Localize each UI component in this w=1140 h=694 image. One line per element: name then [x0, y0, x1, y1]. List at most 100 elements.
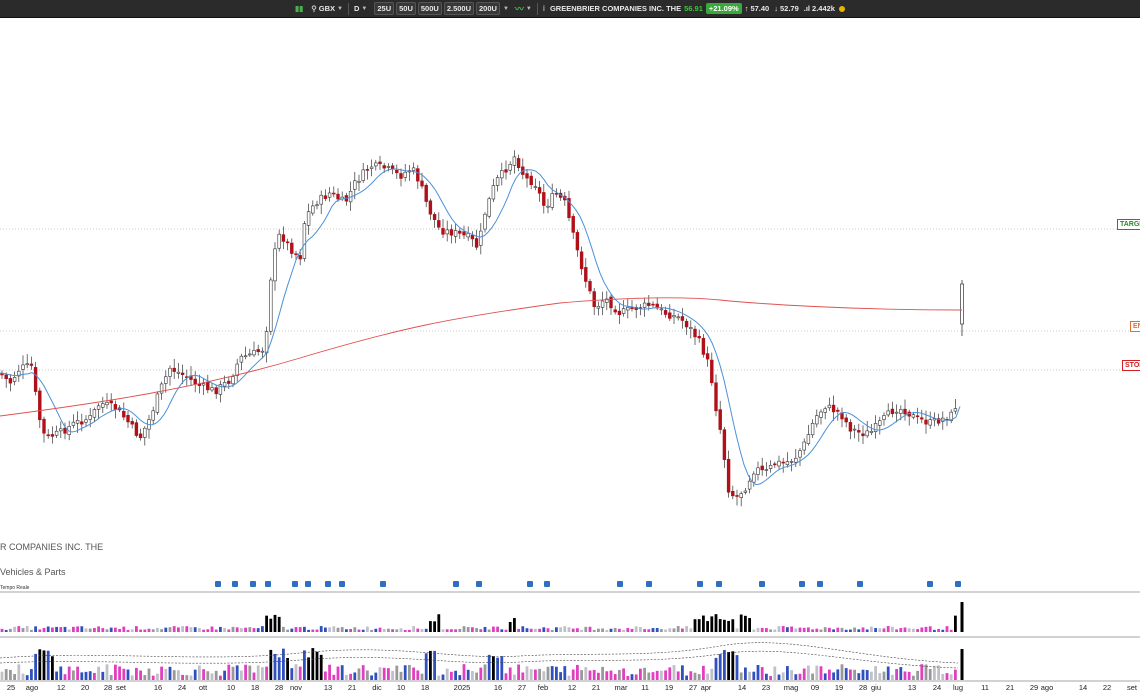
volume-bar — [702, 665, 705, 680]
volume-bar — [126, 669, 130, 680]
candle-body — [915, 415, 920, 418]
stop-label[interactable]: STOP — [1122, 360, 1140, 371]
volume-bar — [17, 664, 21, 680]
volume-bar — [681, 628, 684, 632]
volume-bar — [454, 670, 457, 680]
volume-bar — [177, 670, 180, 680]
volume-bar — [357, 668, 361, 680]
candle-body — [588, 281, 592, 292]
volume-bar — [752, 629, 756, 632]
volume-bar — [181, 626, 184, 632]
volume-bar — [605, 671, 609, 680]
ma-button-50[interactable]: 50U — [396, 2, 416, 15]
volume-bar — [307, 629, 310, 632]
volume-bar — [899, 667, 903, 680]
volume-bar — [219, 626, 222, 632]
candle-body — [861, 433, 865, 437]
candle-body — [924, 419, 928, 425]
candle-body — [243, 355, 248, 358]
volume-bar — [647, 629, 651, 632]
price-chart[interactable] — [0, 18, 1140, 694]
ma-button-200[interactable]: 200U — [476, 2, 500, 15]
volume-bar — [84, 671, 88, 680]
volume-bar — [391, 629, 394, 632]
volume-bar — [735, 655, 739, 680]
volume-bar — [403, 665, 407, 680]
volume-bar — [714, 614, 718, 632]
volume-bar — [332, 626, 336, 632]
x-tick-label: 14 — [737, 683, 747, 692]
candle-body — [386, 166, 391, 168]
candle-body — [504, 169, 508, 173]
candle-body — [176, 371, 181, 374]
volume-bar — [525, 628, 529, 632]
event-marker-icon — [250, 581, 256, 587]
volume-bar — [483, 626, 487, 632]
volume-bar — [466, 627, 470, 632]
volume-bar — [30, 629, 33, 632]
ma-button-25[interactable]: 25U — [374, 2, 395, 15]
volume-bar — [676, 671, 680, 680]
period-label: D — [353, 4, 360, 13]
volume-bar — [538, 668, 541, 680]
x-tick-label: 13 — [907, 683, 917, 692]
candle-body — [550, 193, 554, 208]
candle-body — [731, 490, 735, 497]
period-selector[interactable]: D ▼ — [351, 0, 370, 18]
chart-area[interactable]: TARGET EN STOP R COMPANIES INC. THE Vehi… — [0, 18, 1140, 694]
candle-body — [508, 164, 512, 171]
volume-bar — [198, 628, 201, 632]
volume-bar — [248, 665, 252, 680]
target-label[interactable]: TARGET — [1117, 219, 1140, 230]
volume-bar — [878, 628, 882, 632]
candle-body — [726, 458, 731, 493]
volume-bar — [105, 664, 109, 680]
candle-body — [651, 303, 655, 306]
event-marker-icon — [646, 581, 652, 587]
chevron-down-icon[interactable]: ▼ — [503, 6, 509, 12]
volume-bar — [823, 673, 827, 680]
volume-bar — [517, 628, 520, 632]
candle-body — [323, 195, 328, 199]
chart-type-button[interactable]: ▮▮ — [292, 0, 308, 18]
volume-bar — [819, 629, 823, 632]
volume-bar — [807, 665, 810, 680]
volume-bar — [735, 628, 739, 632]
x-tick-label: 21 — [1005, 683, 1015, 692]
symbol-selector[interactable]: ⚲ GBX ▼ — [308, 0, 346, 18]
volume-bar — [25, 626, 29, 632]
candle-body — [332, 192, 336, 195]
volume-bar — [832, 672, 835, 680]
volume-bar — [622, 629, 625, 632]
volume-bar — [269, 618, 273, 632]
candle-body — [739, 493, 743, 498]
candle-body — [227, 380, 231, 384]
candle-body — [126, 415, 130, 423]
volume-bar — [853, 627, 856, 632]
ma-button-2500[interactable]: 2.500U — [443, 2, 475, 15]
entry-label[interactable]: EN — [1130, 321, 1140, 332]
volume-bar — [954, 615, 957, 632]
volume-bar — [861, 669, 865, 680]
volume-bar — [256, 628, 260, 632]
candle-body — [882, 415, 886, 420]
event-marker-icon — [476, 581, 482, 587]
candle-body — [684, 320, 689, 328]
indicator-button[interactable]: 〰 ▼ — [512, 0, 535, 18]
candle-body — [449, 229, 454, 236]
volume-bar — [790, 670, 793, 680]
event-marker-icon — [617, 581, 623, 587]
volume-bar — [739, 672, 743, 680]
volume-bar — [282, 648, 285, 680]
volume-bar — [109, 627, 113, 632]
volume-bar — [769, 675, 772, 680]
volume-bar — [13, 674, 16, 680]
candle-body — [336, 193, 340, 200]
volume-bar — [924, 664, 928, 680]
volume-bar — [59, 627, 63, 632]
candle-body — [105, 402, 109, 406]
ma-button-500[interactable]: 500U — [417, 2, 442, 15]
tempo-reale-label: Tempo Reale — [0, 585, 30, 591]
volume-bar — [4, 669, 8, 680]
volume-bar — [592, 629, 596, 632]
